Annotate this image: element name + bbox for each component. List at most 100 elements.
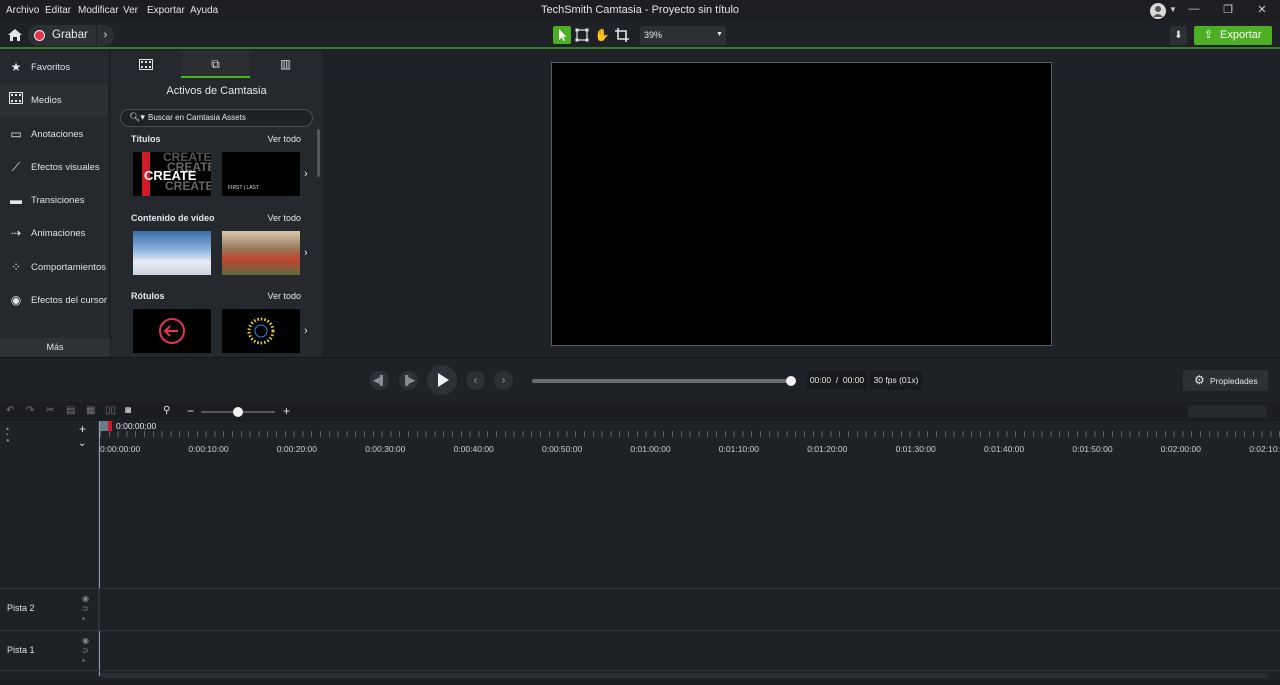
- tab-camtasia-assets[interactable]: ⧉: [181, 51, 250, 78]
- track-visibility-lock-icon[interactable]: ◉ ⊃ ▪: [82, 594, 89, 624]
- play-button[interactable]: [427, 365, 457, 395]
- account-dropdown-icon[interactable]: ▼: [1169, 5, 1177, 14]
- callout-thumbnail-arrow[interactable]: [133, 309, 211, 353]
- sidebar-item-efectos-visuales[interactable]: ⟋ Efectos visuales: [0, 151, 110, 184]
- properties-button[interactable]: ⚙ Propiedades: [1183, 370, 1268, 391]
- title-bar: Archivo Editar Modificar Ver Exportar Ay…: [0, 0, 1280, 22]
- search-input[interactable]: 🔍︎▾ Buscar en Camtasia Assets: [120, 109, 313, 127]
- more-button[interactable]: Más: [0, 338, 110, 357]
- title-thumbnail-create[interactable]: CREATE CREATE CREATE CREATE: [133, 152, 211, 196]
- sidebar-item-label: Anotaciones: [31, 129, 84, 140]
- film-icon: [8, 92, 24, 108]
- copy-icon[interactable]: ▤: [66, 405, 75, 416]
- step-back-icon[interactable]: ◀︎▌: [370, 371, 389, 390]
- sidebar-item-favoritos[interactable]: ★ Favoritos: [0, 51, 110, 84]
- zoom-out-icon[interactable]: −: [187, 404, 194, 418]
- time-display: 00:00 / 00:00: [807, 371, 867, 390]
- track-name: Pista 2: [7, 603, 35, 613]
- next-marker-icon[interactable]: ›: [494, 371, 513, 390]
- library-books-icon: ▥: [279, 57, 292, 71]
- collapse-tracks-chevron-icon[interactable]: ⌄: [78, 438, 86, 449]
- preview-canvas[interactable]: [551, 62, 1052, 346]
- crop-tool-icon[interactable]: [613, 26, 631, 44]
- ruler-ticks: [100, 431, 1280, 437]
- playhead-handle[interactable]: [100, 421, 108, 431]
- search-placeholder: Buscar en Camtasia Assets: [148, 113, 246, 122]
- magic-wand-icon: ⟋: [11, 160, 21, 174]
- track-row-pista-2[interactable]: Pista 2 ◉ ⊃ ▪: [0, 588, 1280, 630]
- sidebar-item-label: Efectos del cursor: [31, 295, 108, 306]
- track-divider: [99, 589, 100, 630]
- track-height-slider[interactable]: ▴ ▪ ●: [6, 426, 10, 444]
- record-icon: [34, 30, 45, 41]
- track-visibility-lock-icon[interactable]: ◉ ⊃ ▪: [82, 636, 89, 666]
- sidebar-item-animaciones[interactable]: ⇢ Animaciones: [0, 217, 110, 250]
- record-button[interactable]: Grabar ›: [28, 25, 114, 46]
- snapshot-camera-icon[interactable]: ◙: [125, 405, 131, 416]
- tab-library[interactable]: ▥: [251, 51, 320, 78]
- playhead-time: 0:00:00;00: [116, 421, 157, 431]
- playback-scrubber-handle[interactable]: [786, 376, 796, 386]
- search-icon: 🔍︎▾: [129, 112, 145, 122]
- track-row-pista-1[interactable]: Pista 1 ◉ ⊃ ▪: [0, 630, 1280, 671]
- next-titles-chevron-icon[interactable]: ›: [304, 168, 308, 180]
- callout-thumbnail-ring[interactable]: [222, 309, 300, 353]
- timeline-search-box[interactable]: [1188, 405, 1267, 418]
- previous-marker-icon[interactable]: ‹: [466, 371, 485, 390]
- timeline-zoom-handle[interactable]: [233, 407, 243, 417]
- sidebar-item-comportamientos[interactable]: ⁘ Comportamientos: [0, 251, 110, 284]
- sidebar-item-label: Transiciones: [31, 195, 85, 206]
- zoom-select[interactable]: 39% ▼: [640, 26, 726, 45]
- next-video-chevron-icon[interactable]: ›: [304, 247, 308, 259]
- next-callouts-chevron-icon[interactable]: ›: [304, 325, 308, 337]
- behavior-icon: ⁘: [10, 260, 22, 274]
- properties-label: Propiedades: [1210, 376, 1258, 386]
- paste-icon[interactable]: ▦: [86, 405, 95, 416]
- close-icon[interactable]: ✕: [1252, 3, 1272, 19]
- download-icon[interactable]: ⬇: [1170, 26, 1187, 45]
- see-all-video-link[interactable]: Ver todo: [267, 213, 301, 223]
- sidebar-item-anotaciones[interactable]: ▭ Anotaciones: [0, 118, 110, 151]
- split-icon[interactable]: ▯▯: [105, 405, 116, 416]
- video-thumbnail-clouds[interactable]: [133, 231, 211, 275]
- cursor-icon: ◉: [10, 293, 22, 307]
- add-track-icon[interactable]: +: [79, 422, 86, 436]
- video-thumbnail-market[interactable]: [222, 231, 300, 275]
- sidebar-item-transiciones[interactable]: ▬ Transiciones: [0, 184, 110, 217]
- sidebar-item-label: Comportamientos: [31, 262, 106, 273]
- transform-tool-icon[interactable]: [573, 26, 591, 44]
- timeline-horizontal-scrollbar[interactable]: [100, 673, 1268, 678]
- play-icon: [438, 373, 449, 387]
- home-icon[interactable]: [7, 27, 23, 43]
- timeline-toolbar: ↶ ↷ ✂ ▤ ▦ ▯▯ ◙ ⚲ − +: [0, 402, 1280, 421]
- select-tool-icon[interactable]: [553, 26, 571, 44]
- track-name: Pista 1: [7, 645, 35, 655]
- playback-progress-track[interactable]: [532, 379, 791, 383]
- maximize-icon[interactable]: ❐: [1218, 3, 1238, 19]
- title-thumbnail-first-last[interactable]: FIRST | LAST: [222, 152, 300, 196]
- step-forward-icon[interactable]: ▐▶︎: [399, 371, 418, 390]
- cut-icon[interactable]: ✂: [46, 405, 54, 416]
- redo-icon[interactable]: ↷: [26, 405, 34, 416]
- zoom-in-icon[interactable]: +: [283, 404, 290, 418]
- see-all-rotulos-link[interactable]: Ver todo: [267, 291, 301, 301]
- sidebar-item-efectos-del-cursor[interactable]: ◉ Efectos del cursor: [0, 284, 110, 317]
- sidebar-item-label: Medios: [31, 95, 62, 106]
- user-avatar-icon[interactable]: [1150, 3, 1166, 19]
- minimize-icon[interactable]: —: [1184, 3, 1204, 19]
- main-toolbar: Grabar › ✋ 39% ▼ ⬇ ⇪ Exportar: [0, 22, 1280, 49]
- undo-icon[interactable]: ↶: [6, 405, 14, 416]
- fps-display[interactable]: 30 fps (01x): [870, 371, 922, 390]
- panel-scrollbar[interactable]: [317, 129, 320, 177]
- arrow-circle-icon: [159, 318, 185, 344]
- playhead-marker: [108, 421, 112, 431]
- export-button[interactable]: ⇪ Exportar: [1194, 26, 1272, 45]
- pan-hand-icon[interactable]: ✋: [593, 26, 611, 44]
- section-rotulos-title: Rótulos: [131, 291, 165, 301]
- animation-icon: ⇢: [10, 226, 22, 240]
- record-dropdown-chevron-icon[interactable]: ›: [96, 25, 114, 46]
- sidebar-item-medios[interactable]: Medios: [0, 84, 110, 117]
- zoom-dropdown-icon: ▼: [716, 31, 723, 38]
- tab-media-library[interactable]: [111, 51, 180, 78]
- see-all-titulos-link[interactable]: Ver todo: [267, 134, 301, 144]
